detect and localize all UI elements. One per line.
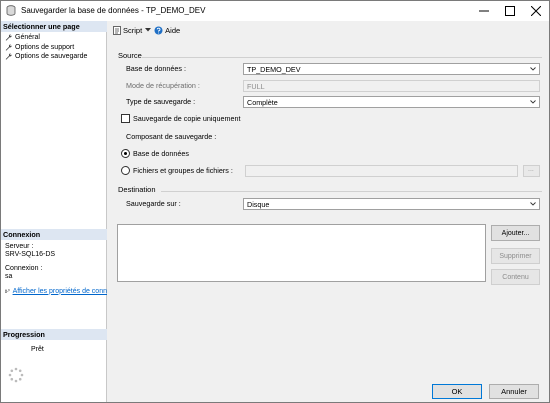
view-properties-link-label: Afficher les propriétés de conn — [12, 287, 107, 295]
copy-only-checkbox[interactable] — [121, 114, 130, 123]
title-bar: Sauvegarder la base de données - TP_DEMO… — [1, 1, 549, 21]
destination-contents-button: Contenu — [491, 269, 540, 285]
destination-divider — [161, 191, 542, 192]
minimize-button[interactable] — [471, 1, 497, 21]
select-page-header: Sélectionner une page — [1, 21, 107, 32]
database-icon — [6, 5, 16, 16]
browse-button-label: ... — [528, 166, 534, 173]
wrench-icon — [5, 44, 12, 51]
page-item-general[interactable]: Général — [5, 33, 40, 42]
script-button[interactable]: Script — [113, 26, 142, 35]
backup-to-select[interactable]: Disque — [243, 198, 540, 210]
component-database-label: Base de données — [133, 149, 189, 158]
toolbar: Script Aide — [108, 21, 549, 39]
recovery-model-value: FULL — [247, 82, 265, 91]
backup-to-label: Sauvegarde sur : — [126, 199, 181, 208]
properties-icon — [5, 289, 10, 293]
script-label: Script — [123, 25, 143, 35]
connection-value: sa — [5, 273, 13, 280]
backup-destinations-list[interactable] — [117, 224, 486, 282]
help-label: Aide — [165, 25, 181, 35]
progress-status: Prêt — [31, 346, 44, 353]
component-files-radio[interactable] — [121, 166, 130, 175]
window-title: Sauvegarder la base de données - TP_DEMO… — [21, 6, 206, 15]
add-destination-button[interactable]: Ajouter... — [491, 225, 540, 241]
page-item-media-options[interactable]: Options de support — [5, 43, 74, 52]
server-label: Serveur : — [5, 243, 34, 250]
script-dropdown-button[interactable] — [145, 28, 152, 32]
progress-header: Progression — [1, 329, 107, 340]
backup-type-label: Type de sauvegarde : — [126, 97, 196, 106]
backup-database-dialog: Sauvegarder la base de données - TP_DEMO… — [0, 0, 550, 403]
maximize-button[interactable] — [497, 1, 523, 21]
close-icon — [531, 6, 541, 16]
page-item-label: Options de sauvegarde — [15, 53, 88, 60]
script-icon — [113, 25, 121, 35]
chevron-down-icon — [145, 28, 152, 32]
close-button[interactable] — [523, 1, 549, 21]
connection-label: Connexion : — [5, 265, 43, 272]
connection-header: Connexion — [1, 229, 107, 240]
component-files-label: Fichiers et groupes de fichiers : — [133, 166, 233, 175]
remove-destination-button: Supprimer — [491, 248, 540, 264]
view-connection-properties-link[interactable]: Afficher les propriétés de conn — [5, 287, 107, 295]
help-icon — [154, 26, 163, 34]
database-select-value: TP_DEMO_DEV — [247, 65, 301, 74]
page-item-label: Général — [15, 34, 40, 41]
progress-spinner-icon — [8, 367, 24, 383]
server-value: SRV-SQL16-DS — [5, 251, 56, 258]
destination-header: Destination — [118, 185, 156, 194]
component-database-radio[interactable] — [121, 149, 130, 158]
minimize-icon — [479, 10, 489, 12]
backup-type-select[interactable]: Complète — [243, 96, 540, 108]
source-header: Source — [118, 51, 142, 60]
maximize-icon — [505, 6, 515, 16]
chevron-down-icon — [530, 100, 536, 104]
main-panel: Script Aide Source Base de données : TP_… — [108, 21, 549, 381]
database-select[interactable]: TP_DEMO_DEV — [243, 63, 540, 75]
help-button[interactable]: Aide — [154, 26, 180, 35]
wrench-icon — [5, 34, 12, 41]
backup-component-label: Composant de sauvegarde : — [126, 132, 217, 141]
database-label: Base de données : — [126, 64, 186, 73]
left-panel: Sélectionner une page Général Options de… — [1, 21, 107, 402]
browse-files-button: ... — [523, 165, 540, 177]
recovery-model-field: FULL — [243, 80, 540, 92]
copy-only-label: Sauvegarde de copie uniquement — [133, 114, 241, 123]
wrench-icon — [5, 53, 12, 60]
source-divider — [142, 57, 542, 58]
page-item-label: Options de support — [15, 44, 75, 51]
ok-button[interactable]: OK — [432, 384, 482, 399]
cancel-button[interactable]: Annuler — [489, 384, 539, 399]
backup-type-select-value: Complète — [247, 98, 278, 107]
chevron-down-icon — [530, 67, 536, 71]
recovery-model-label: Mode de récupération : — [126, 81, 200, 90]
backup-to-select-value: Disque — [247, 200, 270, 209]
dialog-footer: OK Annuler — [108, 381, 549, 402]
chevron-down-icon — [530, 202, 536, 206]
files-filegroups-field — [245, 165, 518, 177]
page-item-backup-options[interactable]: Options de sauvegarde — [5, 52, 87, 61]
